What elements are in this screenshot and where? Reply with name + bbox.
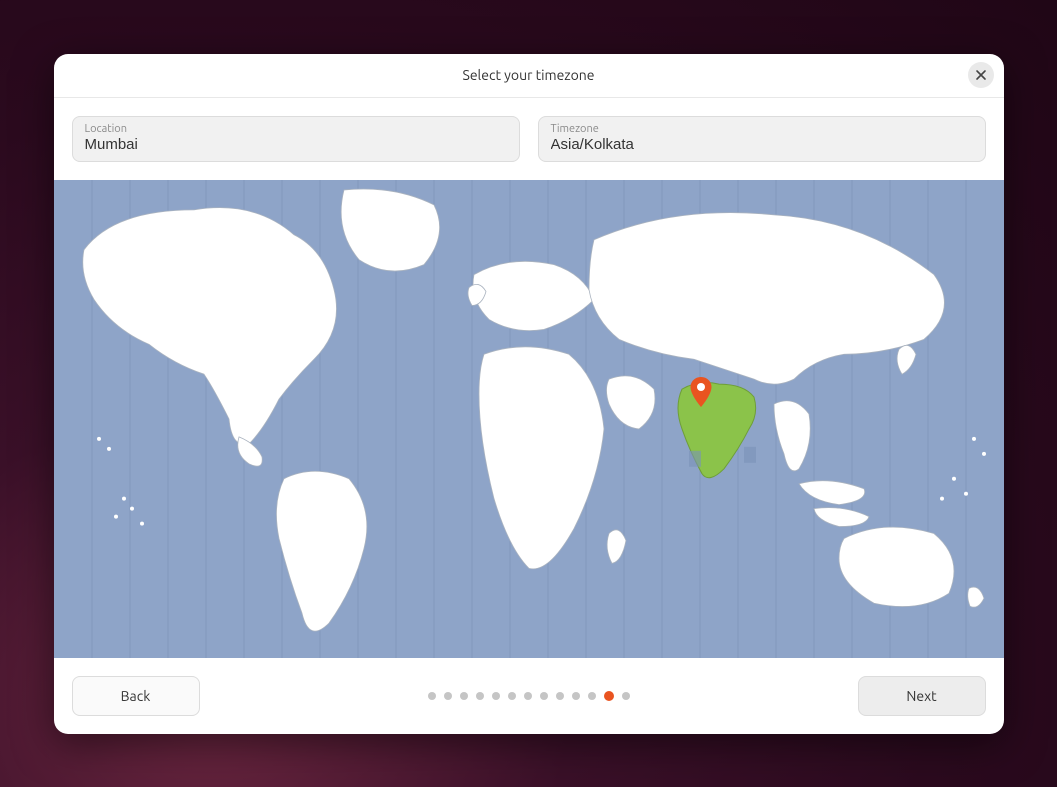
timezone-input[interactable] <box>551 135 973 153</box>
progress-dot <box>508 692 516 700</box>
timezone-label: Timezone <box>551 123 973 135</box>
location-label: Location <box>85 123 507 135</box>
progress-dot <box>460 692 468 700</box>
progress-dot <box>588 692 596 700</box>
progress-dot <box>444 692 452 700</box>
progress-dot <box>524 692 532 700</box>
titlebar: Select your timezone <box>54 54 1004 98</box>
progress-dot <box>540 692 548 700</box>
close-icon <box>975 69 987 81</box>
progress-dot <box>622 692 630 700</box>
progress-dot <box>428 692 436 700</box>
close-button[interactable] <box>968 62 994 88</box>
progress-dot <box>476 692 484 700</box>
progress-dot <box>556 692 564 700</box>
fields-row: Location Timezone <box>54 98 1004 180</box>
progress-dot <box>604 691 614 701</box>
progress-dot <box>492 692 500 700</box>
timezone-map[interactable] <box>54 180 1004 658</box>
back-button[interactable]: Back <box>72 676 200 716</box>
world-map-svg <box>54 180 1004 658</box>
progress-dots <box>428 691 630 701</box>
back-button-label: Back <box>121 688 151 704</box>
next-button[interactable]: Next <box>858 676 986 716</box>
progress-dot <box>572 692 580 700</box>
timezone-dialog: Select your timezone Location Timezone <box>54 54 1004 734</box>
location-field[interactable]: Location <box>72 116 520 162</box>
timezone-field[interactable]: Timezone <box>538 116 986 162</box>
footer: Back Next <box>54 658 1004 734</box>
next-button-label: Next <box>906 688 936 704</box>
location-pin-icon <box>690 377 712 407</box>
dialog-title: Select your timezone <box>462 67 594 83</box>
location-input[interactable] <box>85 135 507 153</box>
